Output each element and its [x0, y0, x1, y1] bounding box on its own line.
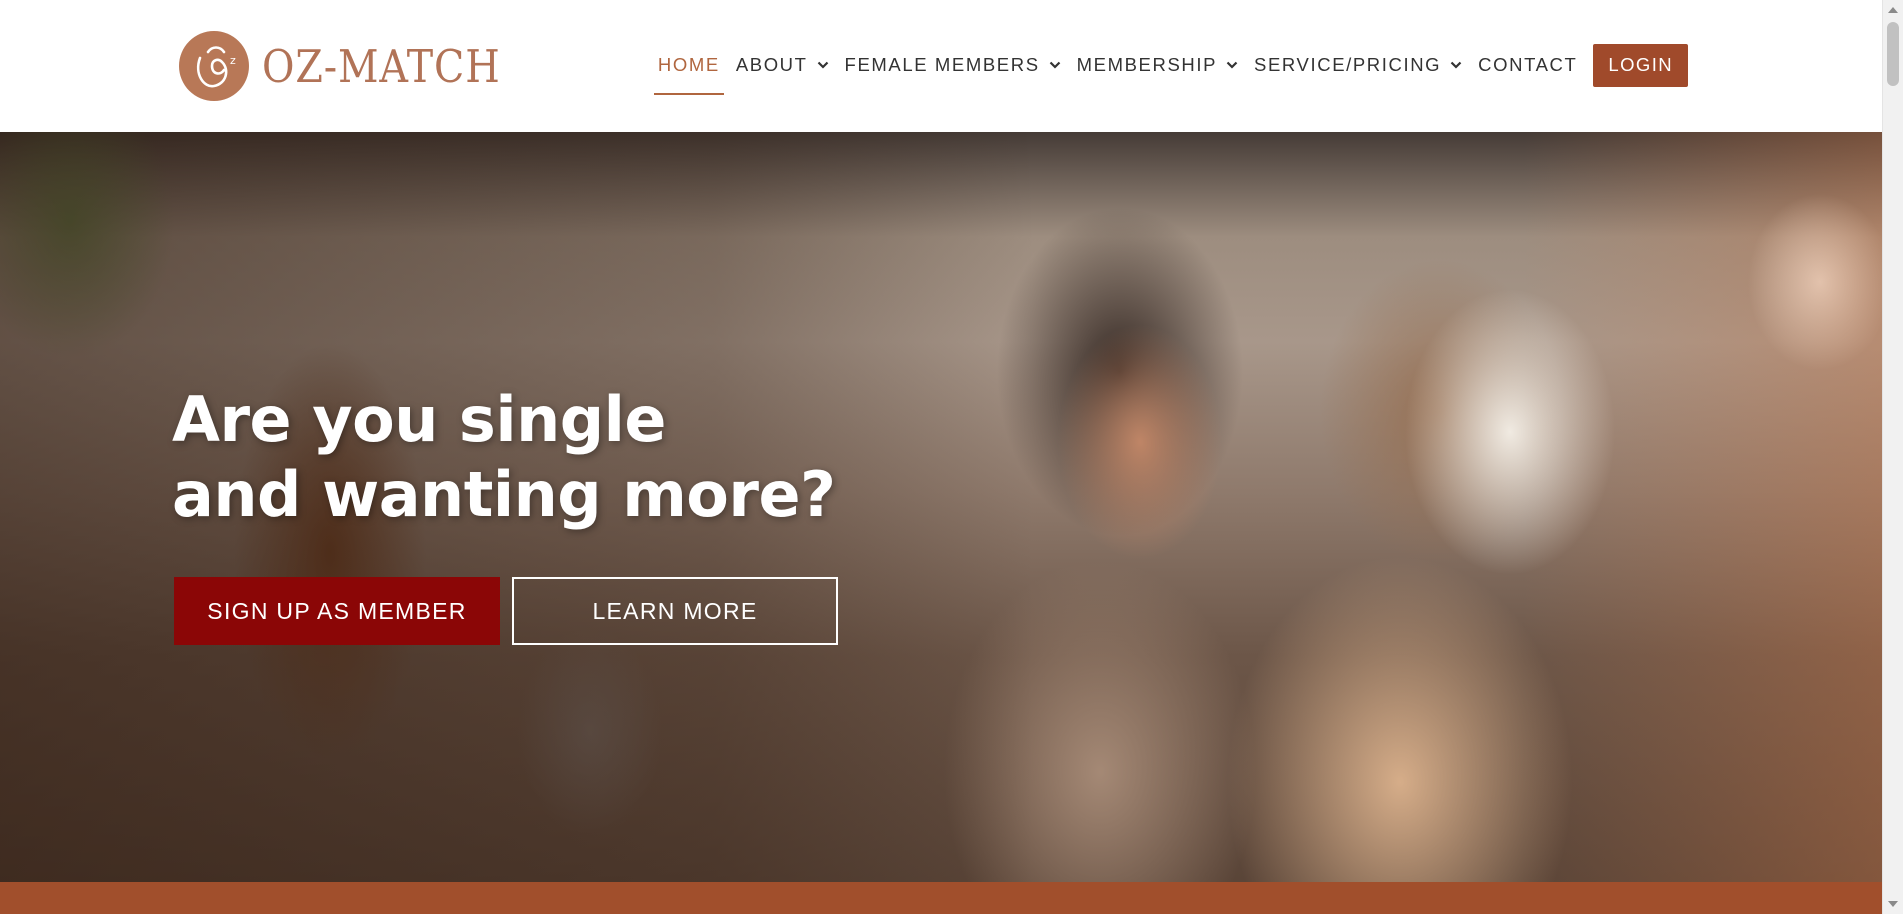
main-nav: HOME ABOUT FEMALE MEMBERS MEMBERSHIP SER… [650, 43, 1688, 95]
site-logo[interactable]: z OZ-MATCH [178, 30, 533, 102]
chevron-down-icon [1226, 61, 1238, 69]
page-scrollbar[interactable] [1882, 0, 1903, 914]
headline-line-1: Are you single [172, 383, 666, 456]
nav-item-service-pricing[interactable]: SERVICE/PRICING [1246, 43, 1470, 87]
scroll-up-icon[interactable] [1888, 7, 1898, 13]
nav-label: HOME [657, 54, 720, 75]
scroll-down-icon[interactable] [1888, 901, 1898, 907]
chevron-down-icon [1450, 61, 1462, 69]
site-header: z OZ-MATCH HOME ABOUT FEMALE MEMBERS MEM… [0, 0, 1882, 132]
hero-headline: Are you single and wanting more? [172, 382, 836, 532]
nav-item-about[interactable]: ABOUT [728, 43, 837, 87]
nav-item-home[interactable]: HOME [650, 43, 728, 95]
nav-label: FEMALE MEMBERS [844, 54, 1040, 75]
section-strip [0, 882, 1882, 914]
nav-label: MEMBERSHIP [1076, 54, 1218, 75]
nav-item-female-members[interactable]: FEMALE MEMBERS [837, 43, 1069, 87]
chevron-down-icon [1049, 61, 1060, 69]
nav-label: ABOUT [735, 54, 808, 75]
chevron-down-icon [817, 61, 828, 69]
brand-name: OZ-MATCH [262, 39, 501, 93]
nav-label: CONTACT [1478, 54, 1578, 75]
headline-line-2: and wanting more? [172, 458, 836, 531]
logo-icon: z [179, 31, 249, 101]
nav-label: SERVICE/PRICING [1254, 54, 1442, 75]
nav-item-contact[interactable]: CONTACT [1470, 43, 1585, 87]
svg-text:z: z [230, 54, 236, 67]
login-button[interactable]: LOGIN [1593, 43, 1688, 87]
hero-banner: Are you single and wanting more? SIGN UP… [0, 132, 1882, 882]
sign-up-button[interactable]: SIGN UP AS MEMBER [174, 577, 500, 645]
scrollbar-thumb[interactable] [1887, 22, 1899, 86]
nav-item-membership[interactable]: MEMBERSHIP [1069, 43, 1246, 87]
learn-more-button[interactable]: LEARN MORE [512, 577, 838, 645]
